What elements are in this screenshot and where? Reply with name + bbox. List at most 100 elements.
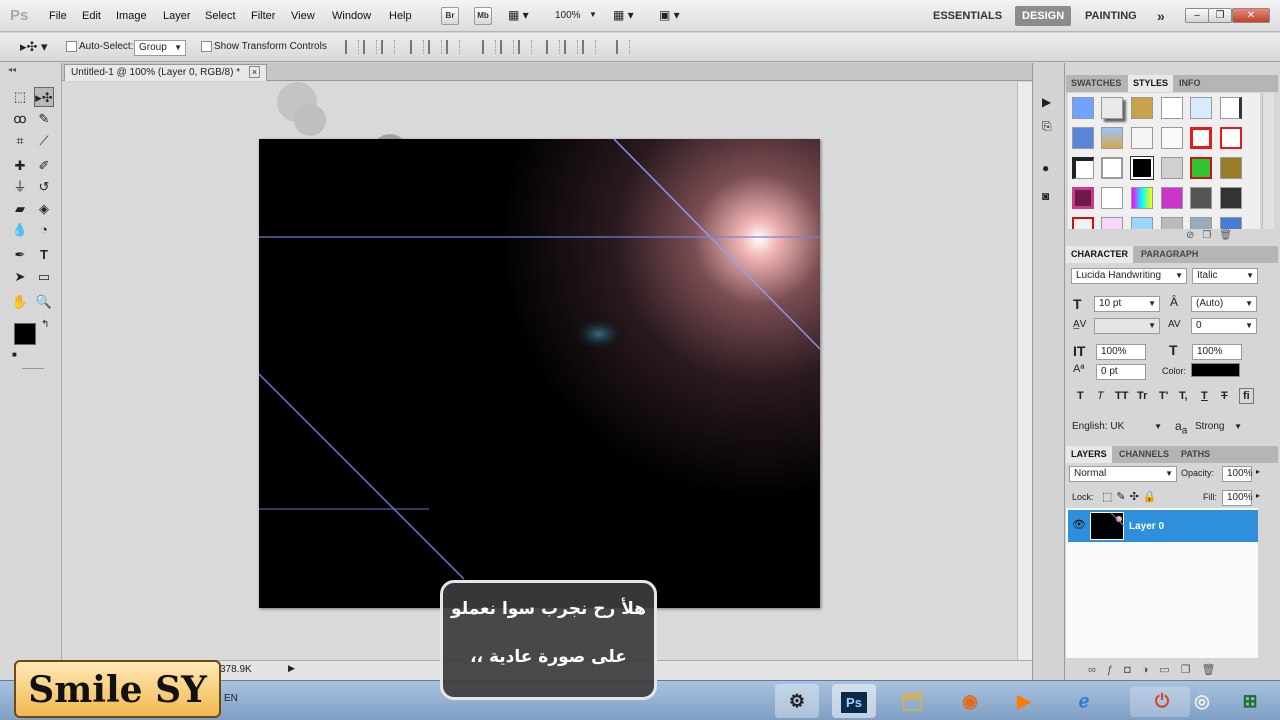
minimize-icon[interactable]: – xyxy=(1185,8,1209,23)
lock-icons[interactable]: ⬚✎✣🔒 xyxy=(1102,490,1161,503)
auto-select-dropdown[interactable]: Group ▼ xyxy=(134,40,186,56)
style-swatch[interactable] xyxy=(1101,127,1123,149)
clone-source-icon[interactable]: ◙ xyxy=(1042,189,1049,203)
swap-colors-icon[interactable]: ↰ xyxy=(41,319,49,330)
eyedropper-tool-icon[interactable]: ⟋ xyxy=(34,131,54,151)
underline-button[interactable]: T xyxy=(1201,390,1208,402)
actions-icon[interactable]: ▶ xyxy=(1042,95,1051,109)
distribute-bottom-icon[interactable] xyxy=(518,40,532,54)
explorer-icon[interactable]: 🗂 xyxy=(890,684,934,718)
tab-layers[interactable]: LAYERS xyxy=(1066,446,1112,463)
align-top-icon[interactable] xyxy=(345,40,359,54)
collapse-tools-icon[interactable]: ◂◂ xyxy=(8,65,16,74)
media-player-icon[interactable]: ▶ xyxy=(1002,684,1046,718)
firefox-icon[interactable]: ◉ xyxy=(948,684,992,718)
type-tool-icon[interactable]: T xyxy=(34,245,54,265)
style-swatch[interactable] xyxy=(1131,217,1153,229)
distribute-right-icon[interactable] xyxy=(582,40,596,54)
bridge-button[interactable]: Br xyxy=(441,7,459,25)
workspace-essentials[interactable]: ESSENTIALS xyxy=(926,6,1009,26)
tab-channels[interactable]: CHANNELS xyxy=(1114,446,1174,463)
workspace-more-icon[interactable]: » xyxy=(1150,6,1172,26)
menu-layer[interactable]: Layer xyxy=(163,10,191,22)
tab-styles[interactable]: STYLES xyxy=(1128,75,1174,92)
menu-window[interactable]: Window xyxy=(332,10,371,22)
clone-stamp-tool-icon[interactable]: ⏚ xyxy=(10,177,30,197)
small-caps-button[interactable]: Tr xyxy=(1137,390,1147,402)
tray-app-icon[interactable]: ⏻ xyxy=(1140,684,1184,718)
faux-italic-button[interactable]: T xyxy=(1097,390,1104,402)
tab-info[interactable]: INFO xyxy=(1174,75,1206,92)
style-swatch[interactable] xyxy=(1072,187,1094,209)
menu-file[interactable]: File xyxy=(49,10,67,22)
style-swatch[interactable] xyxy=(1072,217,1094,229)
workspace-design[interactable]: DESIGN xyxy=(1015,6,1072,26)
arrange-documents-icon[interactable]: ▦ ▾ xyxy=(613,8,634,22)
healing-brush-tool-icon[interactable]: ✚ xyxy=(10,156,30,176)
font-size-select[interactable]: 10 pt ▼ xyxy=(1094,296,1160,312)
tray-indicator-icon[interactable]: ◎ xyxy=(1180,684,1224,718)
menu-edit[interactable]: Edit xyxy=(82,10,101,22)
style-swatch[interactable] xyxy=(1190,217,1212,229)
ligature-button[interactable]: fi xyxy=(1239,388,1254,404)
path-selection-tool-icon[interactable]: ➤ xyxy=(10,267,30,287)
brush-presets-icon[interactable]: ● xyxy=(1042,161,1049,175)
history-icon[interactable]: ⎘ xyxy=(1042,119,1052,134)
style-swatch[interactable] xyxy=(1161,127,1183,149)
all-caps-button[interactable]: TT xyxy=(1115,390,1128,402)
workspace-painting[interactable]: PAINTING xyxy=(1078,6,1144,26)
fill-slider-icon[interactable]: ▸ xyxy=(1256,491,1260,500)
zoom-dropdown-icon[interactable]: ▼ xyxy=(589,10,597,19)
blur-tool-icon[interactable]: 💧 xyxy=(10,220,30,240)
style-swatch[interactable] xyxy=(1161,157,1183,179)
default-colors-icon[interactable]: ■ xyxy=(12,350,17,359)
close-tab-icon[interactable]: × xyxy=(248,66,261,78)
menu-help[interactable]: Help xyxy=(389,10,412,22)
quick-select-tool-icon[interactable]: ✎ xyxy=(34,109,54,129)
screen-mode-icon[interactable]: ▣ ▾ xyxy=(659,8,680,22)
move-tool-icon[interactable]: ▸✣ xyxy=(34,87,54,107)
style-swatch[interactable] xyxy=(1220,187,1242,209)
move-tool-preset-icon[interactable]: ▸✣ ▾ xyxy=(20,39,48,55)
faux-bold-button[interactable]: T xyxy=(1077,390,1084,402)
style-swatch[interactable] xyxy=(1131,97,1153,119)
tab-swatches[interactable]: SWATCHES xyxy=(1066,75,1126,92)
layers-footer-icons[interactable]: ∞ƒ◘◑▭❐🗑 xyxy=(1088,663,1226,676)
vertical-scrollbar[interactable] xyxy=(1017,82,1032,660)
language-select[interactable]: English: UK ▼ xyxy=(1068,420,1165,436)
distribute-hcenter-icon[interactable] xyxy=(564,40,578,54)
distribute-top-icon[interactable] xyxy=(482,40,496,54)
marquee-tool-icon[interactable]: ⬚ xyxy=(10,87,30,107)
crop-tool-icon[interactable]: ⌗ xyxy=(10,131,30,151)
status-menu-icon[interactable]: ▶ xyxy=(288,663,295,674)
style-swatch[interactable] xyxy=(1072,97,1094,119)
fill-field[interactable]: 100% xyxy=(1222,490,1253,506)
lasso-tool-icon[interactable]: ꝏ xyxy=(10,109,30,129)
document-tab[interactable]: Untitled-1 @ 100% (Layer 0, RGB/8) * × xyxy=(64,64,268,81)
kerning-select[interactable]: ▼ xyxy=(1094,318,1160,334)
tab-paths[interactable]: PATHS xyxy=(1176,446,1215,463)
style-swatch[interactable] xyxy=(1101,217,1123,229)
style-swatch[interactable] xyxy=(1101,97,1123,119)
distribute-left-icon[interactable] xyxy=(546,40,560,54)
styles-scrollbar[interactable] xyxy=(1262,93,1274,229)
style-swatch[interactable] xyxy=(1190,97,1212,119)
vertical-scale-field[interactable]: 100% xyxy=(1096,344,1146,360)
style-swatch[interactable] xyxy=(1101,187,1123,209)
style-swatch[interactable] xyxy=(1220,127,1242,149)
internet-explorer-icon[interactable]: ℯ xyxy=(1062,684,1106,718)
align-hcenter-icon[interactable] xyxy=(428,40,442,54)
align-right-icon[interactable] xyxy=(446,40,460,54)
style-swatch[interactable] xyxy=(1190,187,1212,209)
eraser-tool-icon[interactable]: ▰ xyxy=(10,199,30,219)
tracking-select[interactable]: 0 ▼ xyxy=(1191,318,1257,334)
style-swatch[interactable] xyxy=(1161,187,1183,209)
blend-mode-select[interactable]: Normal ▼ xyxy=(1069,466,1177,482)
style-swatch[interactable] xyxy=(1161,217,1183,229)
brush-tool-icon[interactable]: ✐ xyxy=(34,156,54,176)
styles-footer-icons[interactable]: ⊘❐🗑 xyxy=(1186,230,1240,241)
horizontal-scale-field[interactable]: 100% xyxy=(1192,344,1242,360)
transform-controls-checkbox[interactable] xyxy=(201,41,212,52)
antialias-select[interactable]: Strong ▼ xyxy=(1191,420,1245,436)
align-left-icon[interactable] xyxy=(410,40,424,54)
